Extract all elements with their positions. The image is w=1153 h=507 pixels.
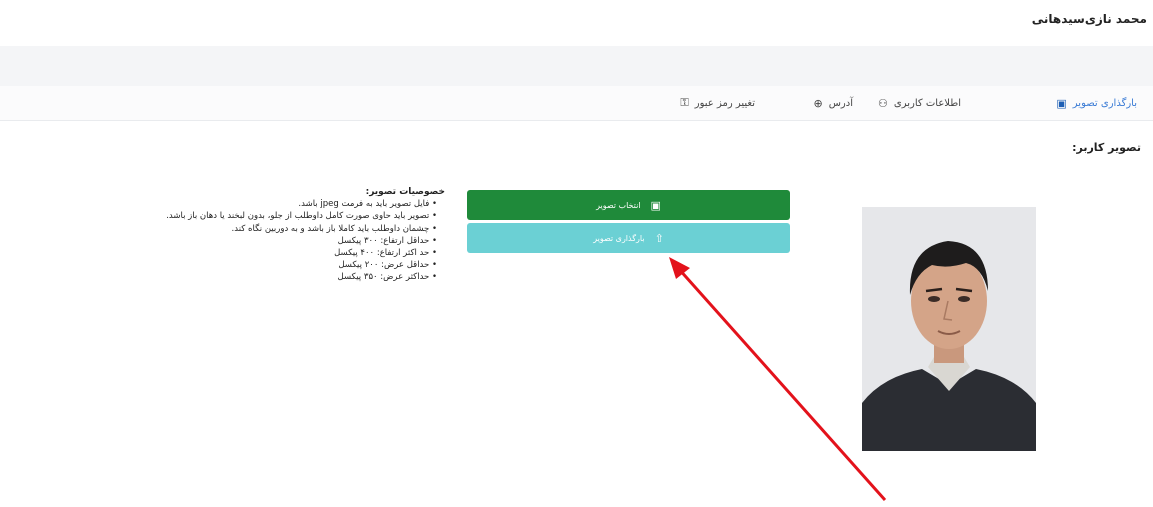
section-title: تصویر کاربر: xyxy=(1072,141,1141,154)
select-image-button[interactable]: ▣ انتخاب تصویر xyxy=(467,190,790,220)
tab-label: بارگذاری تصویر xyxy=(1072,97,1137,109)
spec-item: چشمان داوطلب باید کاملا باز باشد و به دو… xyxy=(5,223,437,235)
user-icon: ⚇ xyxy=(878,96,888,110)
key-icon: ⚿ xyxy=(680,96,689,109)
tab-user-info[interactable]: ⚇ اطلاعات کاربری xyxy=(878,94,961,112)
spec-item: فایل تصویر باید به فرمت jpeg باشد. xyxy=(5,198,437,210)
tab-address[interactable]: ⊕ آدرس xyxy=(814,94,854,112)
user-photo xyxy=(862,207,1036,451)
select-image-label: انتخاب تصویر xyxy=(596,200,641,210)
image-upload-icon: ▣ xyxy=(1056,96,1067,110)
spec-item: حداقل ارتفاع: ۳۰۰ پیکسل xyxy=(5,235,437,247)
specs-list: فایل تصویر باید به فرمت jpeg باشد. تصویر… xyxy=(5,198,445,283)
user-name: محمد نازی‌سیدهانی xyxy=(1031,12,1147,26)
upload-image-button[interactable]: ⇧ بارگذاری تصویر xyxy=(467,223,790,253)
specs-title: خصوصیات تصویر: xyxy=(365,187,445,197)
tab-label: آدرس xyxy=(828,97,853,109)
upload-icon: ⇧ xyxy=(654,231,664,245)
location-icon: ⊕ xyxy=(813,96,823,110)
spec-item: حد اکثر ارتفاع: ۴۰۰ پیکسل xyxy=(5,247,437,259)
tab-bar: ▣ بارگذاری تصویر ⚇ اطلاعات کاربری ⊕ آدرس… xyxy=(0,86,1153,121)
image-icon: ▣ xyxy=(650,198,661,212)
tab-label: اطلاعات کاربری xyxy=(893,97,961,109)
upload-image-label: بارگذاری تصویر xyxy=(593,233,645,243)
header-band xyxy=(0,46,1153,86)
tab-change-password[interactable]: ⚿ تغییر رمز عبور xyxy=(680,94,755,112)
tab-image-upload[interactable]: ▣ بارگذاری تصویر xyxy=(1056,94,1137,112)
image-specs: خصوصیات تصویر: فایل تصویر باید به فرمت j… xyxy=(5,186,445,284)
tab-label: تغییر رمز عبور xyxy=(694,97,755,109)
spec-item: حداکثر عرض: ۳۵۰ پیکسل xyxy=(5,271,437,283)
spec-item: تصویر باید حاوی صورت کامل داوطلب از جلو،… xyxy=(5,210,437,222)
spec-item: حداقل عرض: ۲۰۰ پیکسل xyxy=(5,259,437,271)
